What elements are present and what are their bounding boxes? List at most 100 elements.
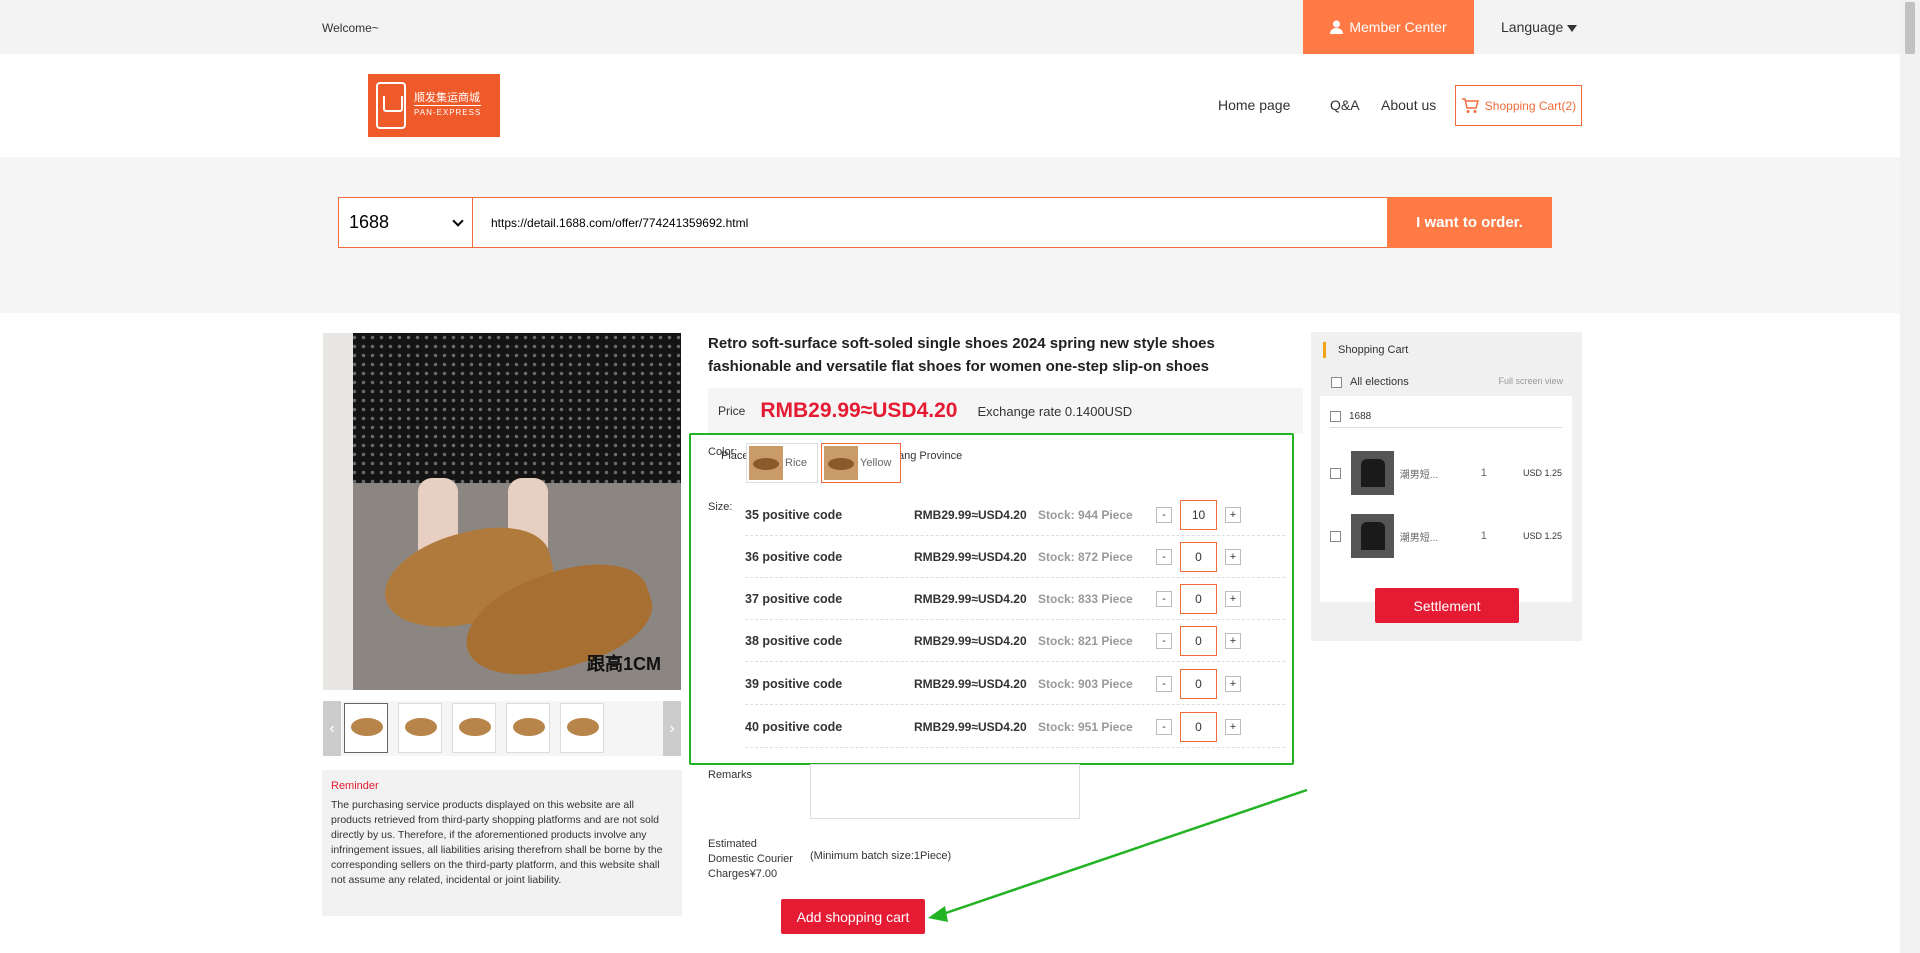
item-qty: 1 — [1480, 467, 1487, 479]
order-button[interactable]: I want to order. — [1387, 197, 1552, 248]
increase-button[interactable]: + — [1225, 718, 1241, 735]
decrease-button[interactable]: - — [1156, 506, 1172, 523]
size-label: Size: — [708, 501, 733, 513]
platform-select[interactable]: 1688 — [338, 197, 473, 248]
size-price: RMB29.99≈USD4.20 — [914, 719, 1027, 734]
color-swatch-yellow[interactable]: Yellow — [821, 443, 901, 483]
language-label: Language — [1501, 19, 1564, 35]
item-checkbox[interactable] — [1330, 530, 1341, 542]
cart-phone-icon — [376, 82, 406, 129]
welcome-text: Welcome~ — [322, 21, 379, 35]
thumbnail-3[interactable] — [452, 703, 496, 753]
cart-items-box: 1688 潮男短... 1 USD 1.25 潮男短... 1 USD 1.25 — [1320, 396, 1572, 602]
logo-text: 顺发集运商城 — [414, 92, 480, 104]
place-label: Place — [721, 450, 749, 462]
nav-qa[interactable]: Q&A — [1330, 97, 1360, 113]
estimated-line: Domestic Courier — [708, 853, 793, 865]
item-qty: 1 — [1480, 530, 1487, 542]
add-shopping-cart-button[interactable]: Add shopping cart — [781, 899, 925, 934]
quantity-input[interactable]: 0 — [1180, 625, 1217, 656]
quantity-input[interactable]: 0 — [1180, 583, 1217, 614]
decrease-button[interactable]: - — [1156, 718, 1172, 735]
size-row: 38 positive code RMB29.99≈USD4.20 Stock:… — [745, 620, 1285, 662]
logo-subtext: PAN-EXPRESS — [414, 105, 482, 120]
cart-panel-title: Shopping Cart — [1323, 342, 1408, 358]
size-row: 37 positive code RMB29.99≈USD4.20 Stock:… — [745, 578, 1285, 620]
swatch-image — [824, 446, 858, 480]
thumb-next-button[interactable]: › — [663, 701, 681, 756]
cart-item: 潮男短... 1 USD 1.25 — [1330, 450, 1562, 496]
product-url-input[interactable]: https://detail.1688.com/offer/7742413596… — [473, 197, 1388, 248]
estimated-line: Estimated — [708, 838, 757, 850]
size-row: 36 positive code RMB29.99≈USD4.20 Stock:… — [745, 536, 1285, 578]
size-name: 38 positive code — [745, 633, 843, 648]
size-stock: Stock: 821 Piece — [1038, 633, 1133, 648]
size-stock: Stock: 833 Piece — [1038, 591, 1133, 606]
item-price: USD 1.25 — [1522, 531, 1562, 541]
increase-button[interactable]: + — [1225, 675, 1241, 692]
nav-about[interactable]: About us — [1381, 97, 1436, 113]
scrollbar-thumb[interactable] — [1905, 2, 1915, 54]
decrease-button[interactable]: - — [1156, 632, 1172, 649]
quantity-input[interactable]: 0 — [1180, 541, 1217, 572]
increase-button[interactable]: + — [1225, 632, 1241, 649]
thumbnail-5[interactable] — [560, 703, 604, 753]
size-name: 35 positive code — [745, 507, 843, 522]
group-label: 1688 — [1349, 411, 1372, 422]
price-row: Price RMB29.99≈USD4.20 Exchange rate 0.1… — [708, 388, 1303, 434]
language-dropdown[interactable]: Language — [1501, 19, 1578, 35]
size-price: RMB29.99≈USD4.20 — [914, 591, 1027, 606]
select-all-label: All elections — [1350, 376, 1409, 388]
scrollbar[interactable] — [1900, 0, 1920, 953]
reminder-body: The purchasing service products displaye… — [331, 799, 663, 886]
caret-down-icon — [1567, 24, 1578, 32]
shopping-cart-button[interactable]: Shopping Cart(2) — [1455, 85, 1582, 126]
product-title: Retro soft-surface soft-soled single sho… — [708, 335, 1215, 375]
min-batch-text: (Minimum batch size:1Piece) — [810, 850, 952, 862]
price-value: RMB29.99≈USD4.20 — [760, 399, 958, 422]
item-checkbox[interactable] — [1330, 467, 1341, 479]
thumbnail-1[interactable] — [344, 703, 388, 753]
full-screen-view-link[interactable]: Full screen view — [1498, 376, 1563, 386]
cart-item: 潮男短... 1 USD 1.25 — [1330, 513, 1562, 559]
platform-value: 1688 — [349, 212, 390, 232]
color-swatch-rice[interactable]: Rice — [746, 443, 818, 483]
thumb-prev-button[interactable]: ‹ — [323, 701, 341, 756]
member-center-button[interactable]: Member Center — [1303, 0, 1474, 54]
item-name[interactable]: 潮男短... — [1400, 466, 1455, 481]
thumbnail-strip: ‹ › — [323, 701, 681, 756]
size-row: 35 positive code RMB29.99≈USD4.20 Stock:… — [745, 494, 1285, 536]
price-label: Price — [718, 404, 746, 418]
user-icon — [1330, 20, 1344, 34]
reminder-title: Reminder — [331, 780, 379, 792]
member-center-label: Member Center — [1349, 19, 1447, 35]
increase-button[interactable]: + — [1225, 506, 1241, 523]
quantity-input[interactable]: 10 — [1180, 499, 1217, 530]
select-all-checkbox[interactable] — [1331, 376, 1342, 388]
item-name[interactable]: 潮男短... — [1400, 529, 1455, 544]
thumbnail-4[interactable] — [506, 703, 550, 753]
item-image — [1350, 514, 1394, 558]
size-stock: Stock: 872 Piece — [1038, 549, 1133, 564]
settlement-button[interactable]: Settlement — [1375, 588, 1519, 623]
quantity-input[interactable]: 0 — [1180, 668, 1217, 699]
size-name: 36 positive code — [745, 549, 843, 564]
size-name: 39 positive code — [745, 676, 843, 691]
size-price: RMB29.99≈USD4.20 — [914, 549, 1027, 564]
quantity-input[interactable]: 0 — [1180, 711, 1217, 742]
increase-button[interactable]: + — [1225, 590, 1241, 607]
remarks-label: Remarks — [708, 769, 753, 781]
site-logo[interactable]: 顺发集运商城 PAN-EXPRESS — [368, 74, 500, 137]
decrease-button[interactable]: - — [1156, 675, 1172, 692]
top-bar — [0, 0, 1900, 54]
size-stock: Stock: 944 Piece — [1038, 507, 1133, 522]
group-checkbox[interactable] — [1330, 411, 1341, 422]
remarks-textarea[interactable] — [810, 764, 1080, 819]
thumbnail-2[interactable] — [398, 703, 442, 753]
nav-home[interactable]: Home page — [1218, 97, 1290, 113]
increase-button[interactable]: + — [1225, 548, 1241, 565]
decrease-button[interactable]: - — [1156, 590, 1172, 607]
decrease-button[interactable]: - — [1156, 548, 1172, 565]
size-stock: Stock: 903 Piece — [1038, 676, 1133, 691]
item-price: USD 1.25 — [1522, 468, 1562, 478]
